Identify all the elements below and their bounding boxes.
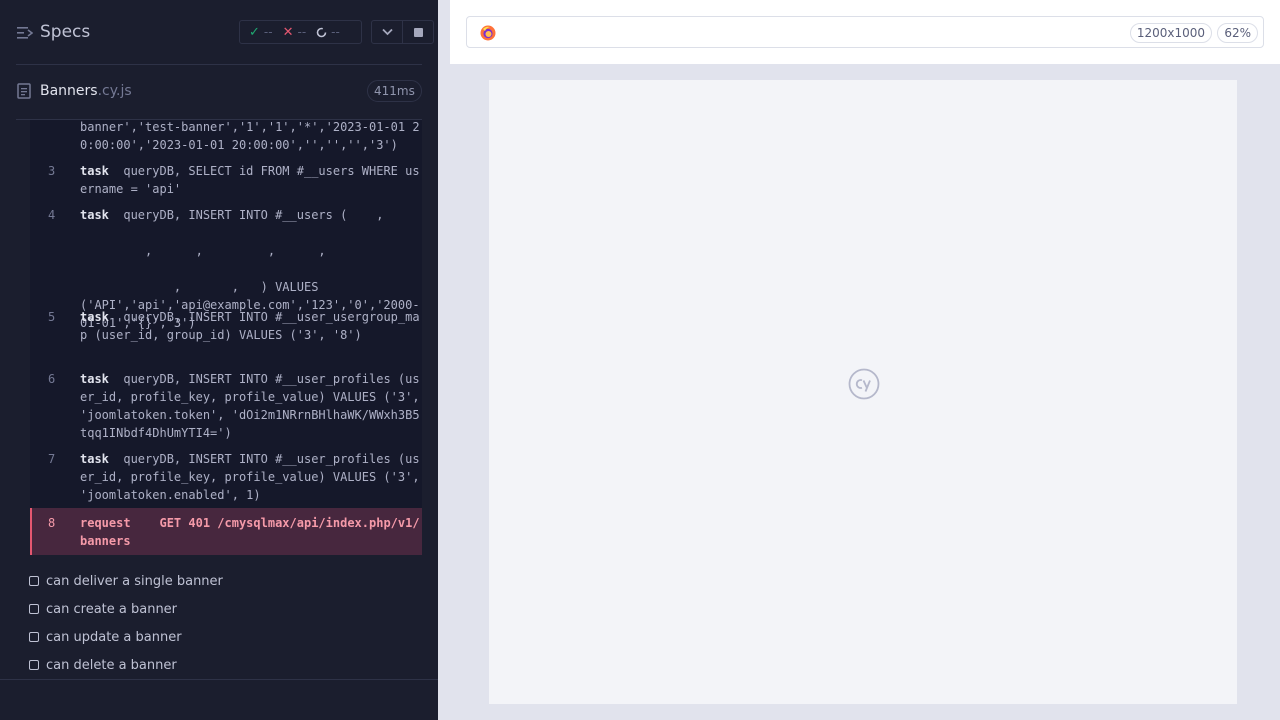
cypress-logo-icon xyxy=(848,368,880,400)
command-content: task queryDB, INSERT INTO #__user_profil… xyxy=(80,450,420,504)
command-name: task xyxy=(80,208,109,222)
run-controls xyxy=(371,20,434,44)
command-number: 5 xyxy=(48,310,56,324)
failed-command-row[interactable]: 8 request GET 401 /cmysqlmax/api/index.p… xyxy=(30,508,422,555)
pending-test-icon xyxy=(29,604,39,614)
specs-title[interactable]: Specs xyxy=(40,22,90,42)
failed-stat: ✕ -- xyxy=(283,25,307,40)
command-name: request xyxy=(80,516,131,530)
app-under-test-panel: 1200x1000 62% xyxy=(450,0,1280,720)
pending-test-icon xyxy=(29,632,39,642)
spec-filename[interactable]: Banners.cy.js xyxy=(40,83,132,99)
stop-button[interactable] xyxy=(402,21,433,43)
spec-duration-badge: 411ms xyxy=(367,80,422,102)
test-item[interactable]: can create a banner xyxy=(29,599,177,619)
test-item[interactable]: can update a banner xyxy=(29,627,182,647)
command-message: queryDB, INSERT INTO #__user_profiles (u… xyxy=(80,452,420,502)
command-row[interactable]: 6 task queryDB, INSERT INTO #__user_prof… xyxy=(30,370,422,442)
command-content: task queryDB, INSERT INTO #__user_usergr… xyxy=(80,308,420,344)
aut-header: 1200x1000 62% xyxy=(450,0,1280,64)
expand-button[interactable] xyxy=(372,21,402,43)
passed-stat: ✓ -- xyxy=(249,25,273,40)
x-icon: ✕ xyxy=(282,24,294,40)
passed-count: -- xyxy=(263,25,273,39)
test-item[interactable]: can delete a banner xyxy=(29,655,177,675)
command-number: 4 xyxy=(48,208,56,222)
pending-test-icon xyxy=(29,576,39,586)
command-row[interactable]: 4 task queryDB, INSERT INTO #__users ( ,… xyxy=(30,206,422,330)
command-name: task xyxy=(80,372,109,386)
command-number: 3 xyxy=(48,164,56,178)
command-message: queryDB, SELECT id FROM #__users WHERE u… xyxy=(80,164,420,196)
command-message: queryDB, INSERT INTO #__user_usergroup_m… xyxy=(80,310,420,342)
spec-extension: .cy.js xyxy=(97,83,132,99)
check-icon: ✓ xyxy=(249,24,260,40)
pending-test-icon xyxy=(29,660,39,670)
test-title: can deliver a single banner xyxy=(46,573,223,589)
spec-name: Banners xyxy=(40,83,98,99)
test-item[interactable]: can deliver a single banner xyxy=(29,571,223,591)
command-message: banner','test-banner','1','1','*','2023-… xyxy=(80,120,420,152)
stop-icon xyxy=(413,27,423,37)
command-message: queryDB, INSERT INTO #__user_profiles (u… xyxy=(80,372,420,440)
command-log[interactable]: banner','test-banner','1','1','*','2023-… xyxy=(30,120,422,555)
command-row[interactable]: 3 task queryDB, SELECT id FROM #__users … xyxy=(30,162,422,198)
viewport-size-badge[interactable]: 1200x1000 xyxy=(1129,23,1212,43)
chevron-down-icon xyxy=(381,28,393,36)
run-stats: ✓ -- ✕ -- -- xyxy=(239,20,362,44)
specs-list-icon[interactable] xyxy=(17,26,33,40)
firefox-icon[interactable] xyxy=(480,25,496,41)
zoom-badge[interactable]: 62% xyxy=(1217,23,1258,43)
command-row[interactable]: banner','test-banner','1','1','*','2023-… xyxy=(30,120,422,154)
command-content: task queryDB, SELECT id FROM #__users WH… xyxy=(80,162,420,198)
command-row[interactable]: 5 task queryDB, INSERT INTO #__user_user… xyxy=(30,308,422,362)
command-number: 7 xyxy=(48,452,56,466)
pending-count: -- xyxy=(331,25,340,39)
command-number: 6 xyxy=(48,372,56,386)
command-content: task queryDB, INSERT INTO #__user_profil… xyxy=(80,370,420,442)
command-name: task xyxy=(80,452,109,466)
command-number: 8 xyxy=(48,516,56,530)
pending-circle-icon xyxy=(316,27,327,37)
url-bar[interactable]: 1200x1000 62% xyxy=(466,16,1264,48)
failed-count: -- xyxy=(297,25,307,39)
reporter-header: Specs ✓ -- ✕ -- -- xyxy=(0,0,438,64)
command-row[interactable]: 7 task queryDB, INSERT INTO #__user_prof… xyxy=(30,450,422,504)
test-title: can update a banner xyxy=(46,629,182,645)
footer-divider xyxy=(0,679,438,680)
reporter-panel: Specs ✓ -- ✕ -- -- Banners.cy.js 411ms b… xyxy=(0,0,438,720)
command-content: request GET 401 /cmysqlmax/api/index.php… xyxy=(80,514,420,550)
test-title: can create a banner xyxy=(46,601,178,617)
test-title: can delete a banner xyxy=(46,657,177,673)
pending-stat: -- xyxy=(316,25,340,39)
command-message: GET 401 /cmysqlmax/api/index.php/v1/bann… xyxy=(80,516,420,548)
command-name: task xyxy=(80,310,109,324)
command-name: task xyxy=(80,164,109,178)
file-icon xyxy=(17,83,31,99)
aut-viewport[interactable] xyxy=(489,80,1237,704)
